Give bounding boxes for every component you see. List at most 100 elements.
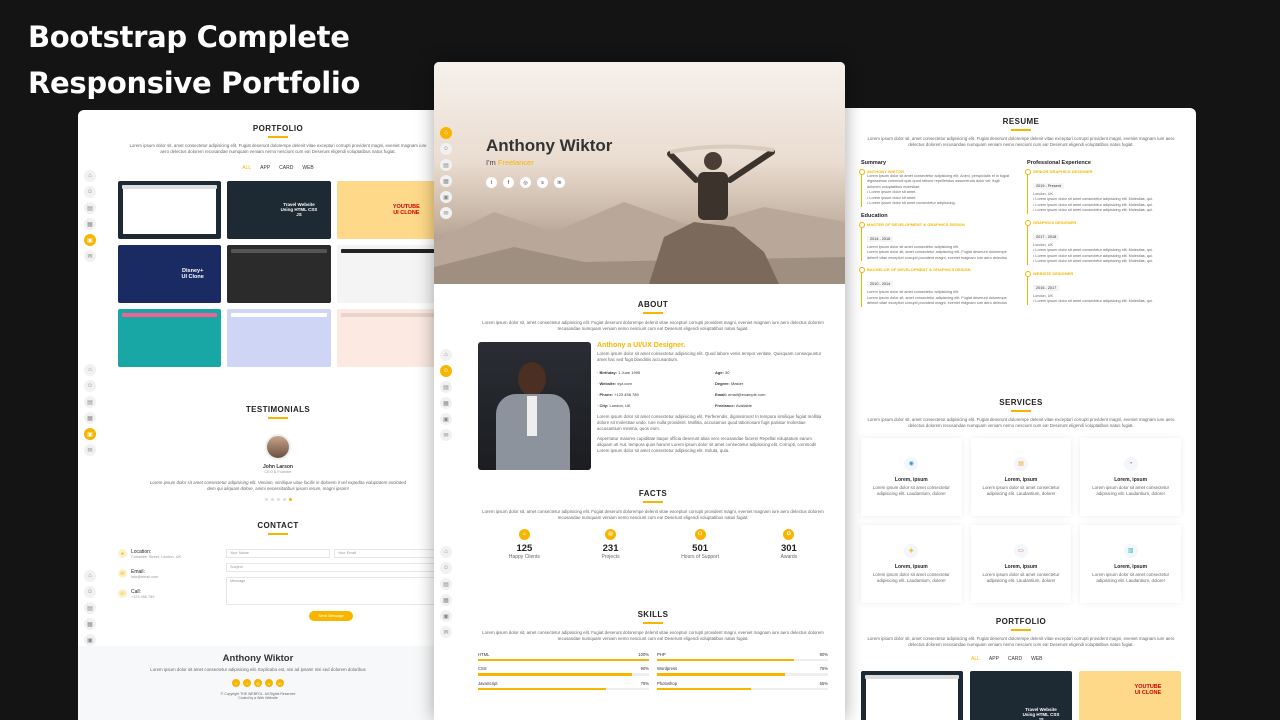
send-message-button[interactable]: Send Message bbox=[309, 611, 353, 621]
skill-fill bbox=[478, 673, 632, 676]
portfolio-item[interactable] bbox=[336, 308, 438, 367]
mail-icon[interactable]: ✉ bbox=[84, 444, 96, 456]
skill-item: HTML 100% bbox=[478, 652, 649, 667]
service-card[interactable]: ◈ Lorem, ipsum Lorem ipsum dolor sit amet … bbox=[861, 524, 962, 603]
book-icon[interactable]: ▦ bbox=[440, 397, 452, 409]
mail-icon[interactable]: ✉ bbox=[84, 250, 96, 262]
filter-web[interactable]: WEB bbox=[1031, 656, 1042, 662]
filter-web[interactable]: WEB bbox=[302, 165, 313, 171]
message-field[interactable]: Message bbox=[226, 577, 438, 605]
portfolio-item[interactable] bbox=[118, 180, 222, 239]
user-icon[interactable]: ☺ bbox=[84, 380, 96, 392]
service-text: Lorem ipsum dolor sit amet consectetur a… bbox=[1092, 484, 1170, 496]
portfolio-item[interactable]: Travel Website Using HTML CSS JS bbox=[970, 670, 1072, 720]
filter-card[interactable]: CARD bbox=[1008, 656, 1022, 662]
about-fields: › Birthday: 1 June 1995 › Age: 30 › Webs… bbox=[597, 370, 828, 408]
filter-all[interactable]: ALL bbox=[242, 165, 251, 171]
file-icon[interactable]: ▤ bbox=[440, 578, 452, 590]
mail-icon[interactable]: ✉ bbox=[440, 429, 452, 441]
service-card[interactable]: ▭ Lorem, ipsum Lorem ipsum dolor sit amet … bbox=[970, 524, 1072, 603]
skill-fill bbox=[657, 658, 794, 661]
portfolio-icon[interactable]: ▣ bbox=[440, 191, 452, 203]
file-icon[interactable]: ▤ bbox=[84, 396, 96, 408]
linkedin-icon[interactable]: in bbox=[554, 177, 565, 188]
skype-icon[interactable]: s bbox=[265, 679, 273, 687]
service-card[interactable]: ▤ Lorem, ipsum Lorem ipsum dolor sit amet … bbox=[970, 437, 1072, 516]
service-card[interactable]: ▥ Lorem, ipsum Lorem ipsum dolor sit amet … bbox=[1080, 524, 1181, 603]
portfolio-item[interactable] bbox=[861, 670, 963, 720]
user-icon[interactable]: ☺ bbox=[440, 562, 452, 574]
book-icon[interactable]: ▦ bbox=[84, 412, 96, 424]
portfolio-item[interactable] bbox=[227, 244, 331, 303]
portfolio-item[interactable] bbox=[227, 308, 331, 367]
summary-bullet: • Lorem ipsum dolor sit amet consectetur… bbox=[867, 201, 956, 205]
instagram-icon[interactable]: ◎ bbox=[520, 177, 531, 188]
file-icon[interactable]: ▤ bbox=[84, 202, 96, 214]
portfolio-item[interactable] bbox=[336, 244, 438, 303]
book-icon[interactable]: ▦ bbox=[440, 175, 452, 187]
fact-item: ▤ 231 Projects bbox=[602, 528, 620, 560]
portfolio-item[interactable]: Disney+ UI Clone bbox=[118, 244, 222, 303]
about-field-key: Birthday: bbox=[599, 369, 618, 375]
fact-item: ☊ 501 Hours of Support bbox=[681, 528, 719, 560]
user-icon[interactable]: ☺ bbox=[84, 586, 96, 598]
mail-icon[interactable]: ✉ bbox=[440, 207, 452, 219]
user-icon[interactable]: ☺ bbox=[84, 186, 96, 198]
home-icon[interactable]: ⌂ bbox=[84, 570, 96, 582]
service-card[interactable]: ◔ Lorem, ipsum Lorem ipsum dolor sit amet … bbox=[1080, 437, 1181, 516]
pagination-dot[interactable] bbox=[276, 497, 280, 501]
skype-icon[interactable]: s bbox=[537, 177, 548, 188]
layers-icon: ◈ bbox=[904, 543, 919, 558]
home-icon[interactable]: ⌂ bbox=[440, 349, 452, 361]
book-icon[interactable]: ▦ bbox=[84, 618, 96, 630]
home-icon[interactable]: ⌂ bbox=[84, 170, 96, 182]
about-field-key: City: bbox=[599, 402, 609, 408]
about-field: › Degree: Master bbox=[712, 380, 744, 386]
service-card[interactable]: ◉ Lorem, ipsum Lorem ipsum dolor sit amet … bbox=[861, 437, 962, 516]
filter-app[interactable]: APP bbox=[989, 656, 999, 662]
service-title: Lorem, ipsum bbox=[1004, 563, 1038, 570]
name-field[interactable]: Your Name bbox=[226, 549, 330, 558]
book-icon[interactable]: ▦ bbox=[84, 218, 96, 230]
pagination-dot[interactable] bbox=[264, 497, 268, 501]
home-icon[interactable]: ⌂ bbox=[440, 127, 452, 139]
portfolio-icon[interactable]: ▣ bbox=[440, 610, 452, 622]
filter-app[interactable]: APP bbox=[260, 165, 270, 171]
subject-field[interactable]: Subject bbox=[226, 563, 438, 572]
linkedin-icon[interactable]: in bbox=[276, 679, 284, 687]
facebook-icon[interactable]: f bbox=[243, 679, 251, 687]
file-icon[interactable]: ▤ bbox=[440, 159, 452, 171]
portfolio-item[interactable] bbox=[118, 308, 222, 367]
home-icon[interactable]: ⌂ bbox=[84, 364, 96, 376]
book-icon[interactable]: ▦ bbox=[440, 594, 452, 606]
twitter-icon[interactable]: t bbox=[232, 679, 240, 687]
instagram-icon[interactable]: ◎ bbox=[254, 679, 262, 687]
skill-name: JavaScript bbox=[478, 680, 498, 686]
portfolio-icon[interactable]: ▣ bbox=[84, 634, 96, 646]
skill-name: Wordpress bbox=[657, 666, 678, 671]
file-icon[interactable]: ▤ bbox=[84, 602, 96, 614]
user-icon[interactable]: ☺ bbox=[440, 143, 452, 155]
twitter-icon[interactable]: t bbox=[486, 177, 497, 188]
home-icon[interactable]: ⌂ bbox=[440, 546, 452, 558]
about-field-value: email@example.com bbox=[728, 391, 766, 397]
skill-row: JavaScript 75% bbox=[478, 681, 649, 686]
filter-all[interactable]: ALL bbox=[971, 656, 980, 662]
file-icon[interactable]: ▤ bbox=[440, 381, 452, 393]
portfolio-item[interactable]: YOUTUBE UI CLONE bbox=[1079, 670, 1181, 720]
calendar-icon: ▥ bbox=[1123, 543, 1138, 558]
portfolio-icon[interactable]: ▣ bbox=[440, 413, 452, 425]
mail-icon[interactable]: ✉ bbox=[440, 626, 452, 638]
pagination-dot[interactable] bbox=[282, 497, 286, 501]
contact-call: ☏ Call: +123 456 789 bbox=[118, 589, 208, 599]
filter-card[interactable]: CARD bbox=[279, 165, 293, 171]
portfolio-item[interactable]: Travel Website Using HTML CSS JS bbox=[227, 180, 331, 239]
portfolio-item[interactable]: YOUTUBE UI CLONE bbox=[336, 180, 438, 239]
portfolio-icon[interactable]: ▣ bbox=[84, 234, 96, 246]
pagination-dot[interactable] bbox=[270, 497, 274, 501]
pagination-dot-active[interactable] bbox=[288, 497, 292, 501]
user-icon[interactable]: ☺ bbox=[440, 365, 452, 377]
email-field[interactable]: Your Email bbox=[334, 549, 438, 558]
portfolio-icon[interactable]: ▣ bbox=[84, 428, 96, 440]
facebook-icon[interactable]: f bbox=[503, 177, 514, 188]
